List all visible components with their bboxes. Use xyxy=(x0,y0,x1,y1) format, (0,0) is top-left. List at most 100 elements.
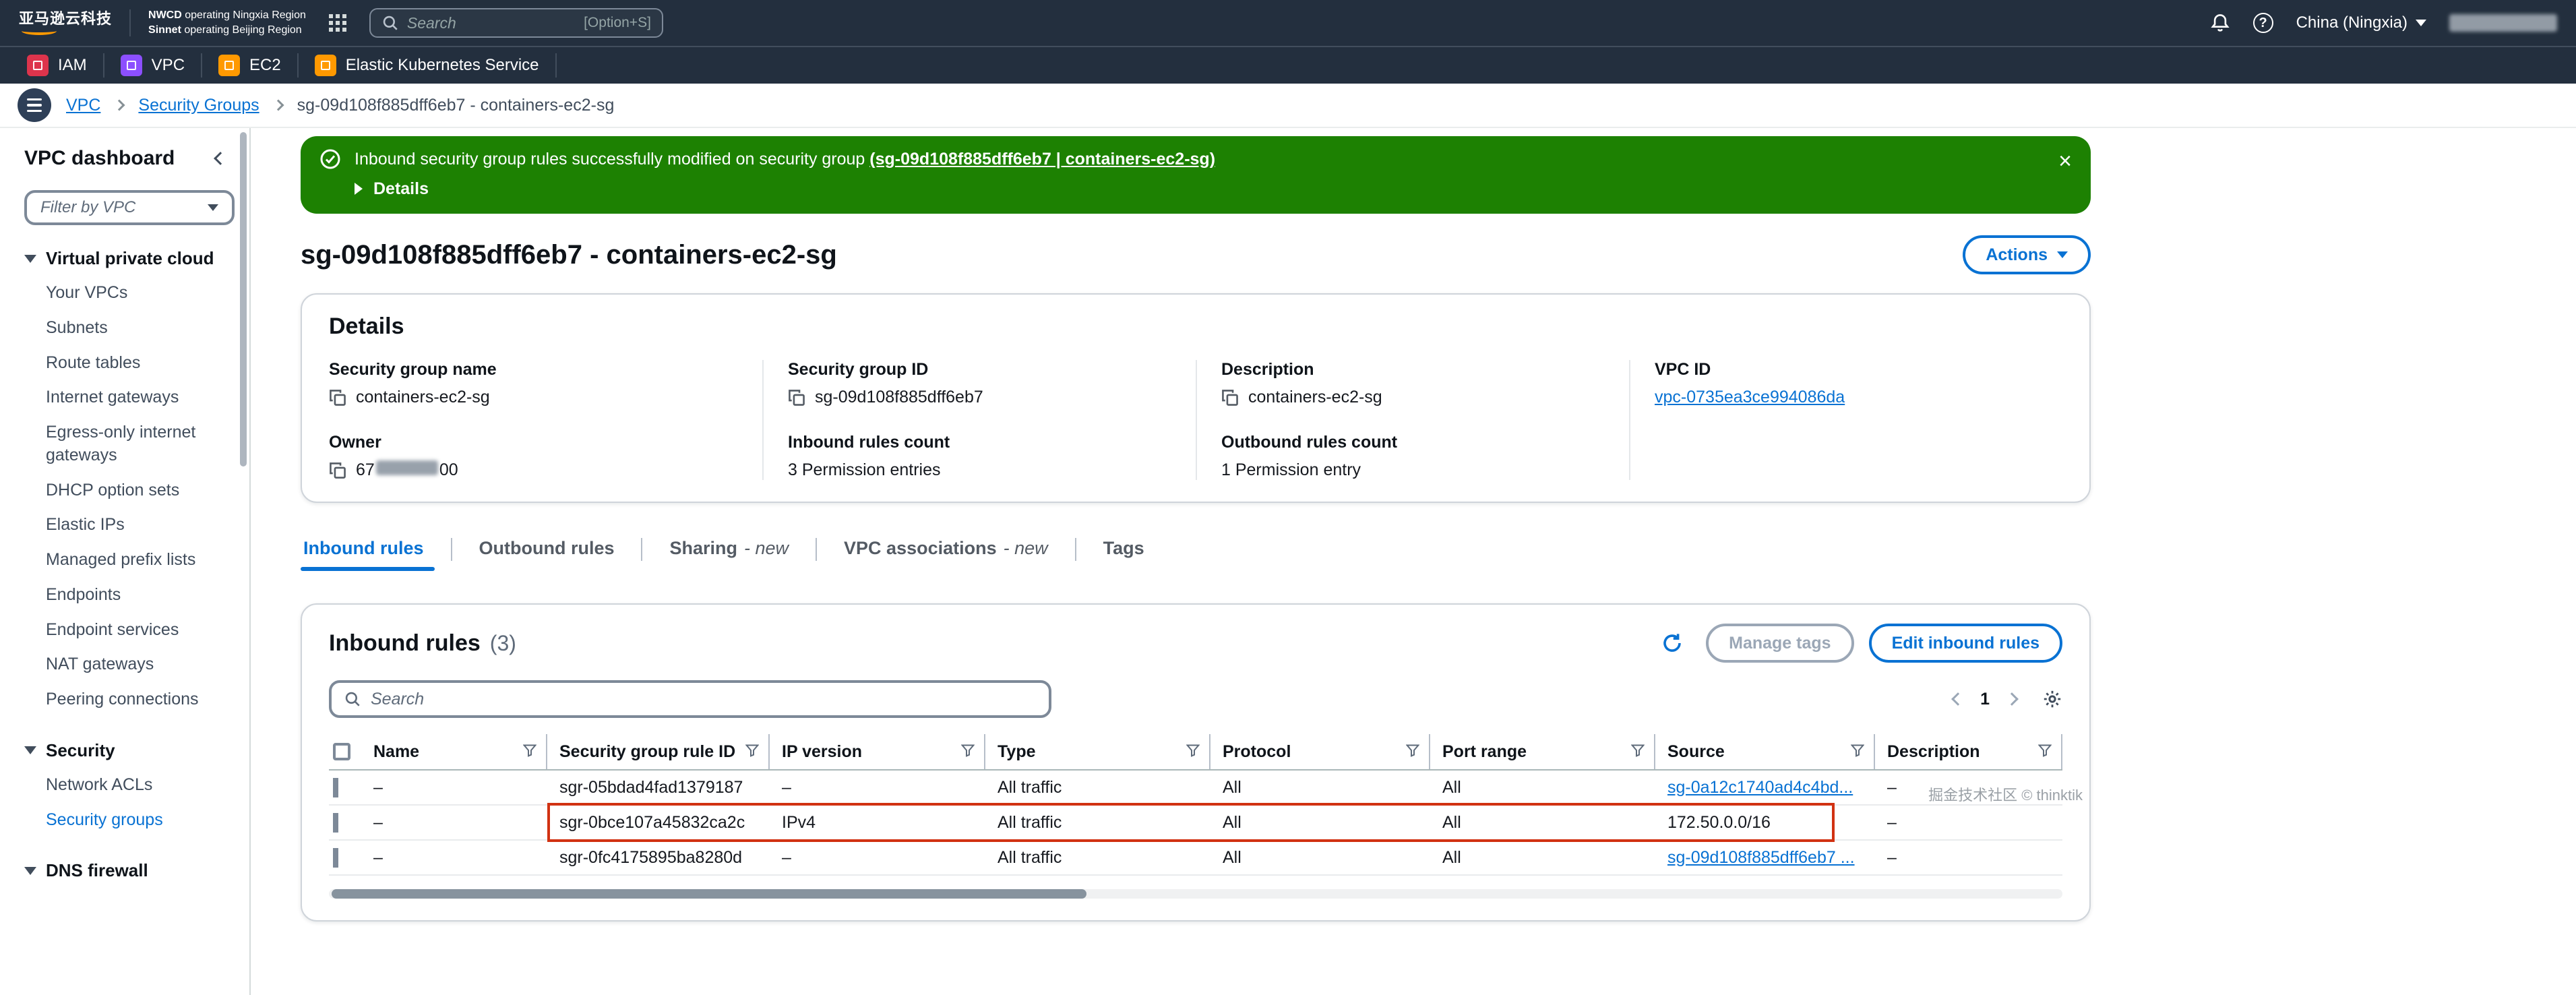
horizontal-scrollbar-thumb[interactable] xyxy=(332,889,1086,899)
breadcrumb: VPC Security Groups sg-09d108f885dff6eb7… xyxy=(0,84,2576,128)
filter-funnel-icon[interactable] xyxy=(737,742,759,762)
sidebar-section-header[interactable]: Virtual private cloud xyxy=(24,248,239,269)
cell-description: – xyxy=(1875,848,2062,868)
page-number[interactable]: 1 xyxy=(1980,690,1990,709)
cell-source-link[interactable]: sg-09d108f885dff6eb7 ... xyxy=(1655,848,1875,868)
flash-details-toggle[interactable]: Details xyxy=(355,177,2045,202)
sidebar-item-endpoints[interactable]: Endpoints xyxy=(24,578,239,613)
search-shortcut-hint: [Option+S] xyxy=(584,15,651,31)
aws-logo[interactable]: 亚马逊云科技 xyxy=(19,11,112,35)
sidebar-item-internet-gateways[interactable]: Internet gateways xyxy=(24,380,239,415)
sidebar-item-route-tables[interactable]: Route tables xyxy=(24,346,239,381)
tab-inbound-rules[interactable]: Inbound rules xyxy=(301,533,451,571)
cell-source-link[interactable]: sg-0a12c1740ad4c4bd... xyxy=(1655,778,1875,797)
field-vpc-id: VPC ID vpc-0735ea3ce994086da xyxy=(1655,360,2038,407)
sidebar-section-header[interactable]: DNS firewall xyxy=(24,860,239,881)
actions-button[interactable]: Actions xyxy=(1963,235,2091,274)
copy-icon[interactable] xyxy=(1221,389,1239,406)
breadcrumb-security-groups[interactable]: Security Groups xyxy=(138,96,259,115)
sidebar-item-security-groups[interactable]: Security groups xyxy=(24,803,239,838)
copy-icon[interactable] xyxy=(329,462,346,479)
row-checkbox[interactable] xyxy=(333,778,338,797)
top-nav: 亚马逊云科技 NWCD operating Ningxia Region Sin… xyxy=(0,0,2576,46)
filter-funnel-icon[interactable] xyxy=(2030,742,2052,762)
triangle-right-icon xyxy=(355,183,363,195)
operator2-text: operating Beijing Region xyxy=(181,24,302,36)
filter-by-vpc-select[interactable]: Filter by VPC xyxy=(24,190,235,225)
sidebar-item-peering-connections[interactable]: Peering connections xyxy=(24,682,239,717)
filter-funnel-icon[interactable] xyxy=(1843,742,1864,762)
operator1-name: NWCD xyxy=(148,9,182,21)
manage-tags-button[interactable]: Manage tags xyxy=(1706,624,1853,663)
sidebar-item-network-acls[interactable]: Network ACLs xyxy=(24,768,239,803)
sidebar-item-nat-gateways[interactable]: NAT gateways xyxy=(24,647,239,682)
tab-outbound-rules[interactable]: Outbound rules xyxy=(452,533,642,571)
global-search-input[interactable] xyxy=(407,14,576,32)
filter-funnel-icon[interactable] xyxy=(515,742,536,762)
filter-funnel-icon[interactable] xyxy=(953,742,975,762)
rules-search[interactable] xyxy=(329,680,1051,718)
region-label: China (Ningxia) xyxy=(2296,13,2408,32)
sidebar-item-subnets[interactable]: Subnets xyxy=(24,311,239,346)
favorite-label: EC2 xyxy=(249,56,281,75)
filter-by-vpc-placeholder: Filter by VPC xyxy=(40,198,135,217)
success-flashbar: Inbound security group rules successfull… xyxy=(301,136,2091,214)
services-grid-icon[interactable] xyxy=(329,14,346,32)
sidebar-item-managed-prefix-lists[interactable]: Managed prefix lists xyxy=(24,543,239,578)
chevron-down-icon xyxy=(208,204,218,211)
copy-icon[interactable] xyxy=(329,389,346,406)
cell-ip-version: IPv4 xyxy=(770,813,985,833)
collapse-sidebar-icon[interactable] xyxy=(214,152,227,165)
preferences-gear-icon[interactable] xyxy=(2042,689,2062,709)
account-menu-redacted[interactable] xyxy=(2449,14,2557,32)
table-row: – sgr-05bdad4fad1379187 – All traffic Al… xyxy=(329,771,2062,806)
previous-page-icon[interactable] xyxy=(1951,692,1965,706)
select-all-checkbox[interactable] xyxy=(333,743,350,760)
sidebar-item-egress-only-internet-gateways[interactable]: Egress-only internet gateways xyxy=(24,415,239,473)
operator1-text: operating Ningxia Region xyxy=(182,9,306,21)
favorite-eks[interactable]: Elastic Kubernetes Service xyxy=(299,53,557,78)
owner-value: 6700 xyxy=(356,460,458,480)
cell-ip-version: – xyxy=(770,848,985,868)
copy-icon[interactable] xyxy=(788,389,805,406)
tab-vpc-associations[interactable]: VPC associations- new xyxy=(817,533,1075,571)
tab-tags[interactable]: Tags xyxy=(1076,533,1171,571)
vpc-id-link[interactable]: vpc-0735ea3ce994086da xyxy=(1655,388,1845,407)
row-checkbox[interactable] xyxy=(333,813,338,833)
edit-inbound-rules-button[interactable]: Edit inbound rules xyxy=(1869,624,2062,663)
pagination: 1 xyxy=(1953,689,2062,709)
sidebar-scrollbar[interactable] xyxy=(240,132,247,466)
favorite-iam[interactable]: IAM xyxy=(11,53,104,78)
row-checkbox[interactable] xyxy=(333,848,338,868)
ec2-service-icon xyxy=(218,55,240,76)
triangle-down-icon xyxy=(24,867,36,875)
sidebar-item-elastic-ips[interactable]: Elastic IPs xyxy=(24,508,239,543)
close-icon[interactable]: × xyxy=(2058,150,2072,173)
sidebar-item-dhcp-option-sets[interactable]: DHCP option sets xyxy=(24,473,239,508)
help-icon[interactable]: ? xyxy=(2253,13,2273,33)
triangle-down-icon xyxy=(24,746,36,754)
cell-rule-id: sgr-0fc4175895ba8280d xyxy=(547,848,770,868)
sidebar-item-endpoint-services[interactable]: Endpoint services xyxy=(24,613,239,648)
notifications-bell-icon[interactable] xyxy=(2210,13,2230,33)
cell-type: All traffic xyxy=(985,813,1210,833)
filter-funnel-icon[interactable] xyxy=(1398,742,1419,762)
sidebar-item-your-vpcs[interactable]: Your VPCs xyxy=(24,276,239,311)
sidebar-section-header[interactable]: Security xyxy=(24,740,239,761)
filter-funnel-icon[interactable] xyxy=(1178,742,1200,762)
rules-search-input[interactable] xyxy=(371,690,1037,709)
cell-port-range: All xyxy=(1430,778,1655,797)
table-row: – sgr-0fc4175895ba8280d – All traffic Al… xyxy=(329,841,2062,876)
filter-funnel-icon[interactable] xyxy=(1623,742,1645,762)
next-page-icon[interactable] xyxy=(2005,692,2019,706)
favorite-ec2[interactable]: EC2 xyxy=(202,53,299,78)
favorite-vpc[interactable]: VPC xyxy=(104,53,202,78)
global-search[interactable]: [Option+S] xyxy=(369,8,663,38)
refresh-button[interactable] xyxy=(1653,624,1691,662)
side-nav-toggle-icon[interactable] xyxy=(18,88,51,122)
tab-sharing[interactable]: Sharing- new xyxy=(642,533,816,571)
region-selector[interactable]: China (Ningxia) xyxy=(2296,13,2426,32)
flash-sg-link[interactable]: (sg-09d108f885dff6eb7 | containers-ec2-s… xyxy=(869,150,1215,169)
chevron-down-icon xyxy=(2057,251,2068,258)
breadcrumb-vpc[interactable]: VPC xyxy=(66,96,100,115)
